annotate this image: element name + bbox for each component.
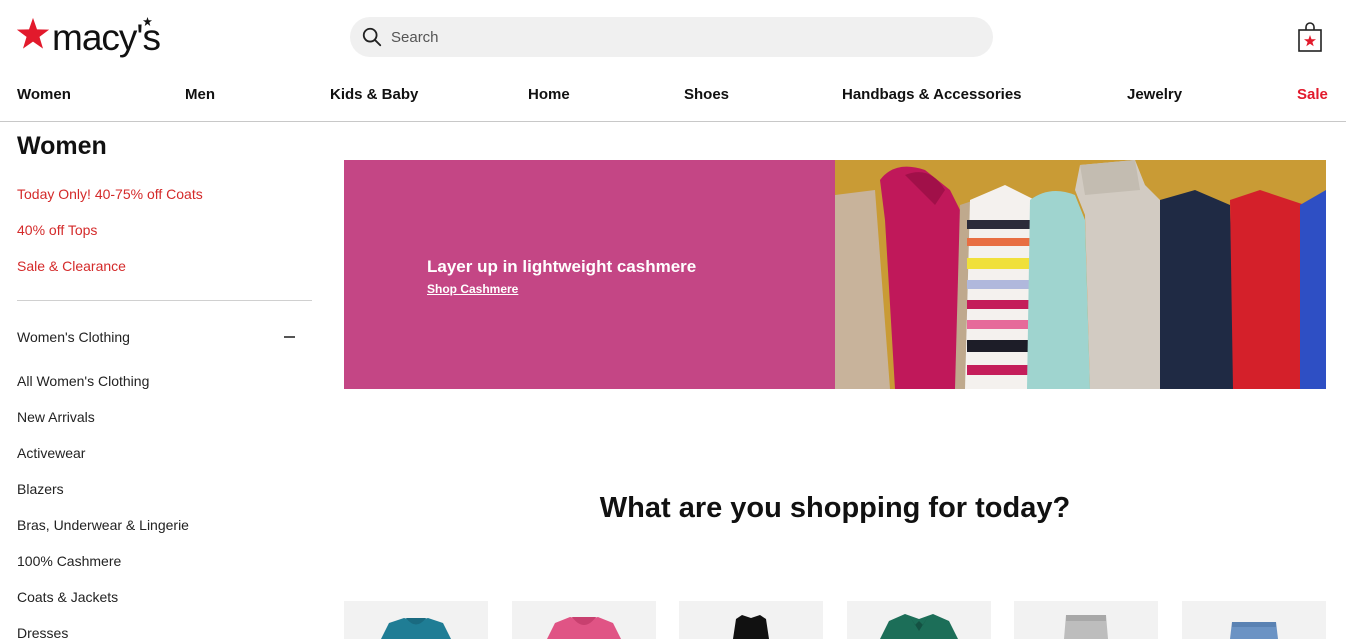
- nav-handbags-accessories[interactable]: Handbags & Accessories: [842, 86, 1022, 103]
- sidebar-item-cashmere[interactable]: 100% Cashmere: [17, 553, 121, 569]
- promo-link-tops[interactable]: 40% off Tops: [17, 222, 97, 238]
- grey-skirt-image: [1064, 615, 1108, 639]
- nav-jewelry[interactable]: Jewelry: [1127, 86, 1182, 103]
- brand-star-icon: [16, 17, 50, 49]
- sidebar-item-all-womens-clothing[interactable]: All Women's Clothing: [17, 373, 149, 389]
- nav-men[interactable]: Men: [185, 86, 215, 103]
- category-tile[interactable]: [847, 601, 991, 639]
- category-tiles: [344, 601, 1326, 639]
- promo-link-sale-clearance[interactable]: Sale & Clearance: [17, 258, 126, 274]
- category-tile[interactable]: [1014, 601, 1158, 639]
- sidebar-item-blazers[interactable]: Blazers: [17, 481, 64, 497]
- hero-banner[interactable]: Layer up in lightweight cashmere Shop Ca…: [344, 160, 1326, 389]
- search-icon[interactable]: [361, 26, 383, 48]
- search-input[interactable]: [391, 28, 951, 46]
- section-heading: What are you shopping for today?: [599, 492, 1071, 524]
- green-coat-image: [880, 614, 958, 639]
- nav-women[interactable]: Women: [17, 86, 71, 103]
- site-header: macy's Women Men Kids & Baby Home Shoes …: [0, 0, 1346, 122]
- hero-text-panel: Layer up in lightweight cashmere Shop Ca…: [344, 160, 835, 389]
- wordmark-star-icon: [143, 17, 152, 26]
- search-bar[interactable]: [350, 17, 993, 57]
- sidebar-item-bras-underwear-lingerie[interactable]: Bras, Underwear & Lingerie: [17, 517, 189, 533]
- nav-kids-baby[interactable]: Kids & Baby: [330, 86, 418, 103]
- minus-icon[interactable]: [284, 336, 295, 338]
- black-dress-image: [733, 615, 769, 639]
- nav-sale[interactable]: Sale: [1297, 86, 1328, 103]
- section-label: Women's Clothing: [17, 329, 130, 345]
- promo-link-coats[interactable]: Today Only! 40-75% off Coats: [17, 186, 203, 202]
- category-tile[interactable]: [1182, 601, 1326, 639]
- main-nav: Women Men Kids & Baby Home Shoes Handbag…: [17, 86, 1328, 106]
- folded-sweaters-illustration: [835, 160, 1326, 389]
- teal-top-image: [381, 618, 451, 639]
- sidebar-item-coats-jackets[interactable]: Coats & Jackets: [17, 589, 118, 605]
- nav-shoes[interactable]: Shoes: [684, 86, 729, 103]
- shop-cashmere-link[interactable]: Shop Cashmere: [427, 282, 518, 296]
- sidebar-item-activewear[interactable]: Activewear: [17, 445, 85, 461]
- nav-home[interactable]: Home: [528, 86, 570, 103]
- category-tile[interactable]: [679, 601, 823, 639]
- section-toggle-womens-clothing[interactable]: Women's Clothing: [17, 329, 295, 345]
- sidebar-item-new-arrivals[interactable]: New Arrivals: [17, 409, 95, 425]
- sidebar-title: Women: [17, 132, 107, 160]
- hero-headline: Layer up in lightweight cashmere: [427, 257, 697, 276]
- category-tile[interactable]: [512, 601, 656, 639]
- category-tile[interactable]: [344, 601, 488, 639]
- hero-sweaters-image: [835, 160, 1326, 389]
- shopping-bag-icon[interactable]: [1298, 22, 1322, 52]
- macys-logo[interactable]: macy's: [16, 14, 161, 60]
- sidebar-divider: [17, 300, 312, 301]
- denim-jeans-image: [1230, 622, 1278, 639]
- sidebar-item-dresses[interactable]: Dresses: [17, 625, 68, 639]
- pink-sweater-image: [547, 617, 621, 639]
